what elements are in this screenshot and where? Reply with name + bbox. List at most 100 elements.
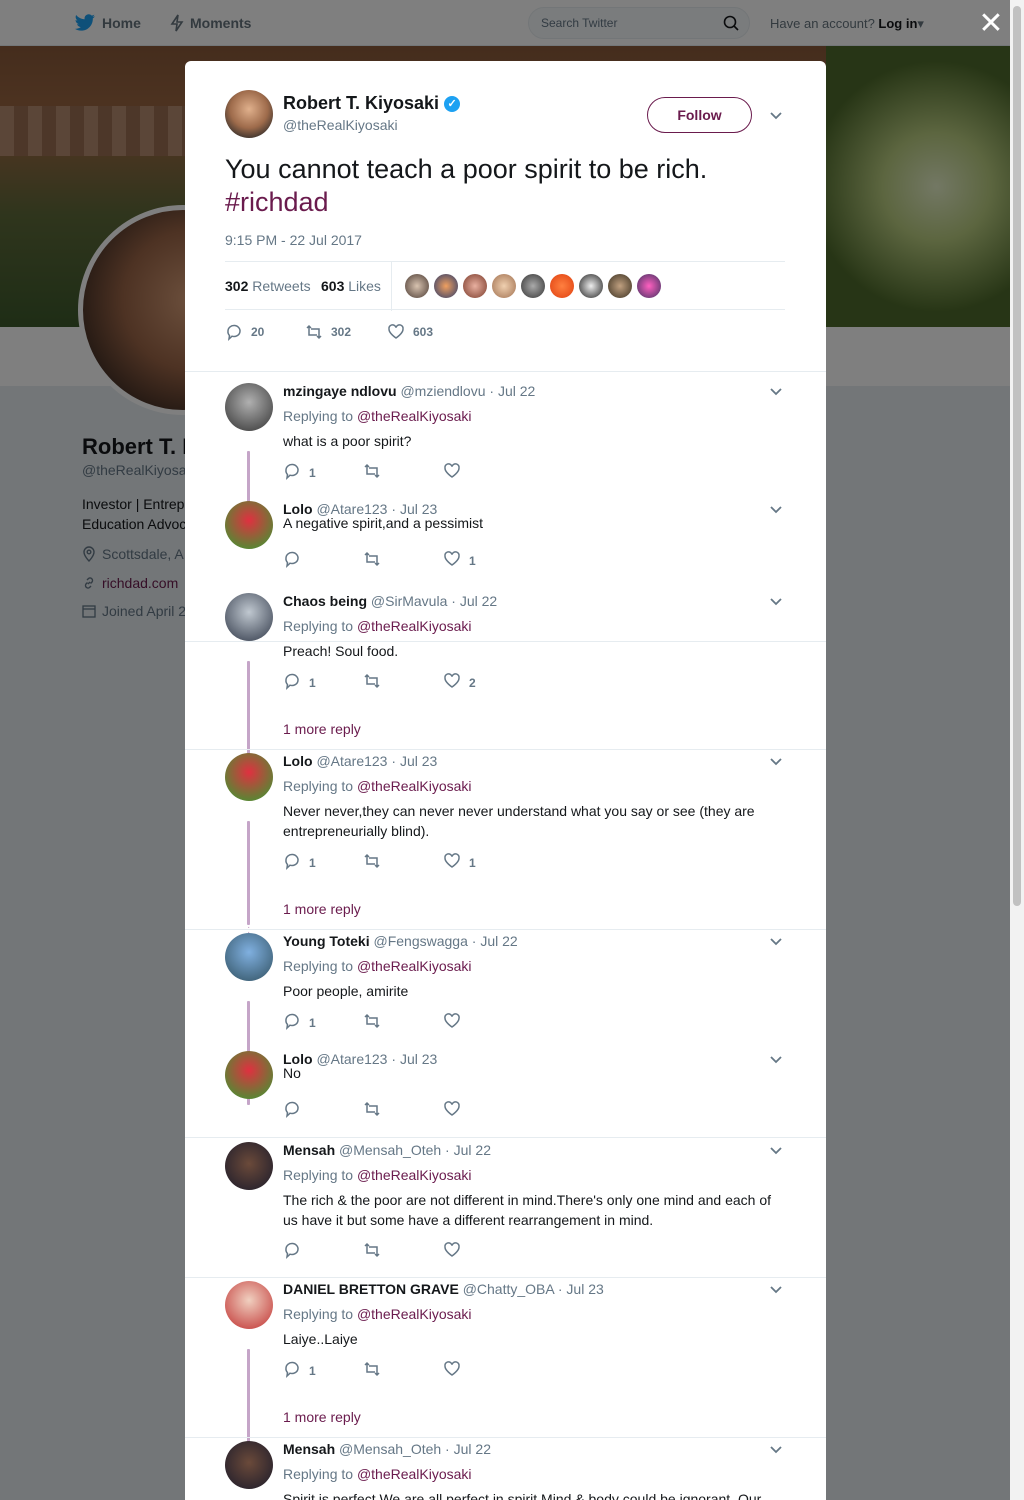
liker-avatar[interactable] bbox=[637, 274, 661, 298]
retweet-button[interactable] bbox=[363, 852, 389, 873]
reply-menu-chevron-down-icon[interactable] bbox=[769, 935, 783, 949]
reply-author-handle: @mziendlovu bbox=[400, 383, 486, 399]
like-button[interactable] bbox=[443, 1100, 469, 1121]
like-button[interactable]: 2 bbox=[443, 672, 476, 693]
retweet-button[interactable] bbox=[363, 1100, 389, 1121]
replying-to-handle[interactable]: @theRealKiyosaki bbox=[357, 958, 472, 974]
follow-button[interactable]: Follow bbox=[647, 97, 752, 133]
tweet-hashtag[interactable]: #richdad bbox=[225, 187, 329, 217]
liker-avatar[interactable] bbox=[579, 274, 603, 298]
like-button[interactable] bbox=[443, 1012, 469, 1033]
reply-button[interactable]: 1 bbox=[283, 852, 316, 873]
scrollbar-thumb[interactable] bbox=[1013, 6, 1021, 906]
retweet-button[interactable] bbox=[363, 1012, 389, 1033]
reply-author-handle: @Mensah_Oteh bbox=[339, 1142, 442, 1158]
retweet-button[interactable] bbox=[363, 550, 389, 571]
reply-header[interactable]: DANIEL BRETTON GRAVE @Chatty_OBA · Jul 2… bbox=[283, 1281, 604, 1297]
author-avatar[interactable] bbox=[225, 90, 273, 138]
reply-button[interactable] bbox=[283, 1241, 309, 1262]
likes-stat[interactable]: 603 Likes bbox=[321, 278, 381, 294]
reply-header[interactable]: Lolo @Atare123 · Jul 23 bbox=[283, 753, 437, 769]
reply-date[interactable]: Jul 22 bbox=[454, 1142, 491, 1158]
liker-avatar[interactable] bbox=[492, 274, 516, 298]
reply-button[interactable]: 1 bbox=[283, 672, 316, 693]
reply-button[interactable]: 1 bbox=[283, 1012, 316, 1033]
replying-to-handle[interactable]: @theRealKiyosaki bbox=[357, 1466, 472, 1482]
liker-avatar[interactable] bbox=[608, 274, 632, 298]
reply-count: 1 bbox=[309, 1363, 316, 1378]
reply-avatar[interactable] bbox=[225, 753, 273, 801]
reply-date[interactable]: Jul 23 bbox=[400, 753, 437, 769]
reply-header[interactable]: Mensah @Mensah_Oteh · Jul 22 bbox=[283, 1142, 491, 1158]
more-reply-link[interactable]: 1 more reply bbox=[283, 1409, 361, 1425]
reply-button[interactable] bbox=[283, 1100, 309, 1121]
like-button[interactable]: 1 bbox=[443, 852, 476, 873]
retweets-stat[interactable]: 302 Retweets bbox=[225, 278, 311, 294]
reply-menu-chevron-down-icon[interactable] bbox=[769, 595, 783, 609]
reply-avatar[interactable] bbox=[225, 1142, 273, 1190]
retweet-icon bbox=[363, 462, 381, 483]
reply-avatar[interactable] bbox=[225, 933, 273, 981]
author-name-row[interactable]: Robert T. Kiyosaki ✓ bbox=[283, 93, 461, 114]
reply-date[interactable]: Jul 22 bbox=[454, 1441, 491, 1457]
heart-icon bbox=[443, 852, 461, 873]
retweet-button[interactable]: 302 bbox=[305, 323, 351, 341]
liker-avatar[interactable] bbox=[521, 274, 545, 298]
reply-header[interactable]: mzingaye ndlovu @mziendlovu · Jul 22 bbox=[283, 383, 535, 399]
reply-menu-chevron-down-icon[interactable] bbox=[769, 1283, 783, 1297]
reply-avatar[interactable] bbox=[225, 501, 273, 549]
reply-date[interactable]: Jul 22 bbox=[498, 383, 535, 399]
liker-avatar[interactable] bbox=[405, 274, 429, 298]
retweet-icon bbox=[363, 1100, 381, 1121]
like-button[interactable] bbox=[443, 462, 469, 483]
reply-menu-chevron-down-icon[interactable] bbox=[769, 1443, 783, 1457]
reply-header[interactable]: Young Toteki @Fengswagga · Jul 22 bbox=[283, 933, 518, 949]
like-button[interactable] bbox=[443, 1241, 469, 1262]
reply-button[interactable] bbox=[283, 550, 309, 571]
reply-avatar[interactable] bbox=[225, 1281, 273, 1329]
reply-date[interactable]: Jul 22 bbox=[480, 933, 517, 949]
reply-avatar[interactable] bbox=[225, 1051, 273, 1099]
reply-menu-chevron-down-icon[interactable] bbox=[769, 1144, 783, 1158]
tweet-timestamp[interactable]: 9:15 PM - 22 Jul 2017 bbox=[225, 232, 362, 248]
author-handle[interactable]: @theRealKiyosaki bbox=[283, 117, 398, 133]
reply-avatar[interactable] bbox=[225, 383, 273, 431]
reply-button[interactable]: 20 bbox=[225, 323, 264, 341]
close-icon[interactable]: ✕ bbox=[978, 9, 1004, 39]
retweet-button[interactable] bbox=[363, 672, 389, 693]
like-button[interactable]: 1 bbox=[443, 550, 476, 571]
liker-avatar[interactable] bbox=[434, 274, 458, 298]
reply-icon bbox=[283, 1241, 301, 1262]
tweet-menu-chevron-down-icon[interactable] bbox=[769, 109, 783, 123]
reply-author-handle: @SirMavula bbox=[370, 593, 448, 609]
more-reply-link[interactable]: 1 more reply bbox=[283, 901, 361, 917]
reply-author-name: mzingaye ndlovu bbox=[283, 383, 397, 399]
replying-to-handle[interactable]: @theRealKiyosaki bbox=[357, 1306, 472, 1322]
reply-date[interactable]: Jul 22 bbox=[460, 593, 497, 609]
reply-button[interactable]: 1 bbox=[283, 1360, 316, 1381]
reply-button[interactable]: 1 bbox=[283, 462, 316, 483]
reply-actions: 1 bbox=[283, 1360, 583, 1380]
reply-avatar[interactable] bbox=[225, 593, 273, 641]
reply-header[interactable]: Chaos being @SirMavula · Jul 22 bbox=[283, 593, 497, 609]
replying-to-handle[interactable]: @theRealKiyosaki bbox=[357, 778, 472, 794]
reply-date[interactable]: Jul 23 bbox=[566, 1281, 603, 1297]
reply-avatar[interactable] bbox=[225, 1441, 273, 1489]
retweet-button[interactable] bbox=[363, 462, 389, 483]
like-button[interactable]: 603 bbox=[387, 323, 433, 341]
replying-to: Replying to @theRealKiyosaki bbox=[283, 618, 472, 634]
tweet-body: You cannot teach a poor spirit to be ric… bbox=[225, 154, 708, 184]
reply-menu-chevron-down-icon[interactable] bbox=[769, 385, 783, 399]
replying-to-handle[interactable]: @theRealKiyosaki bbox=[357, 1167, 472, 1183]
replying-to-handle[interactable]: @theRealKiyosaki bbox=[357, 408, 472, 424]
retweet-button[interactable] bbox=[363, 1360, 389, 1381]
liker-avatar[interactable] bbox=[550, 274, 574, 298]
replying-to-handle[interactable]: @theRealKiyosaki bbox=[357, 618, 472, 634]
more-reply-link[interactable]: 1 more reply bbox=[283, 721, 361, 737]
reply-menu-chevron-down-icon[interactable] bbox=[769, 755, 783, 769]
liker-avatar[interactable] bbox=[463, 274, 487, 298]
like-button[interactable] bbox=[443, 1360, 469, 1381]
retweet-icon bbox=[306, 324, 322, 340]
reply-header[interactable]: Mensah @Mensah_Oteh · Jul 22 bbox=[283, 1441, 491, 1457]
retweet-button[interactable] bbox=[363, 1241, 389, 1262]
